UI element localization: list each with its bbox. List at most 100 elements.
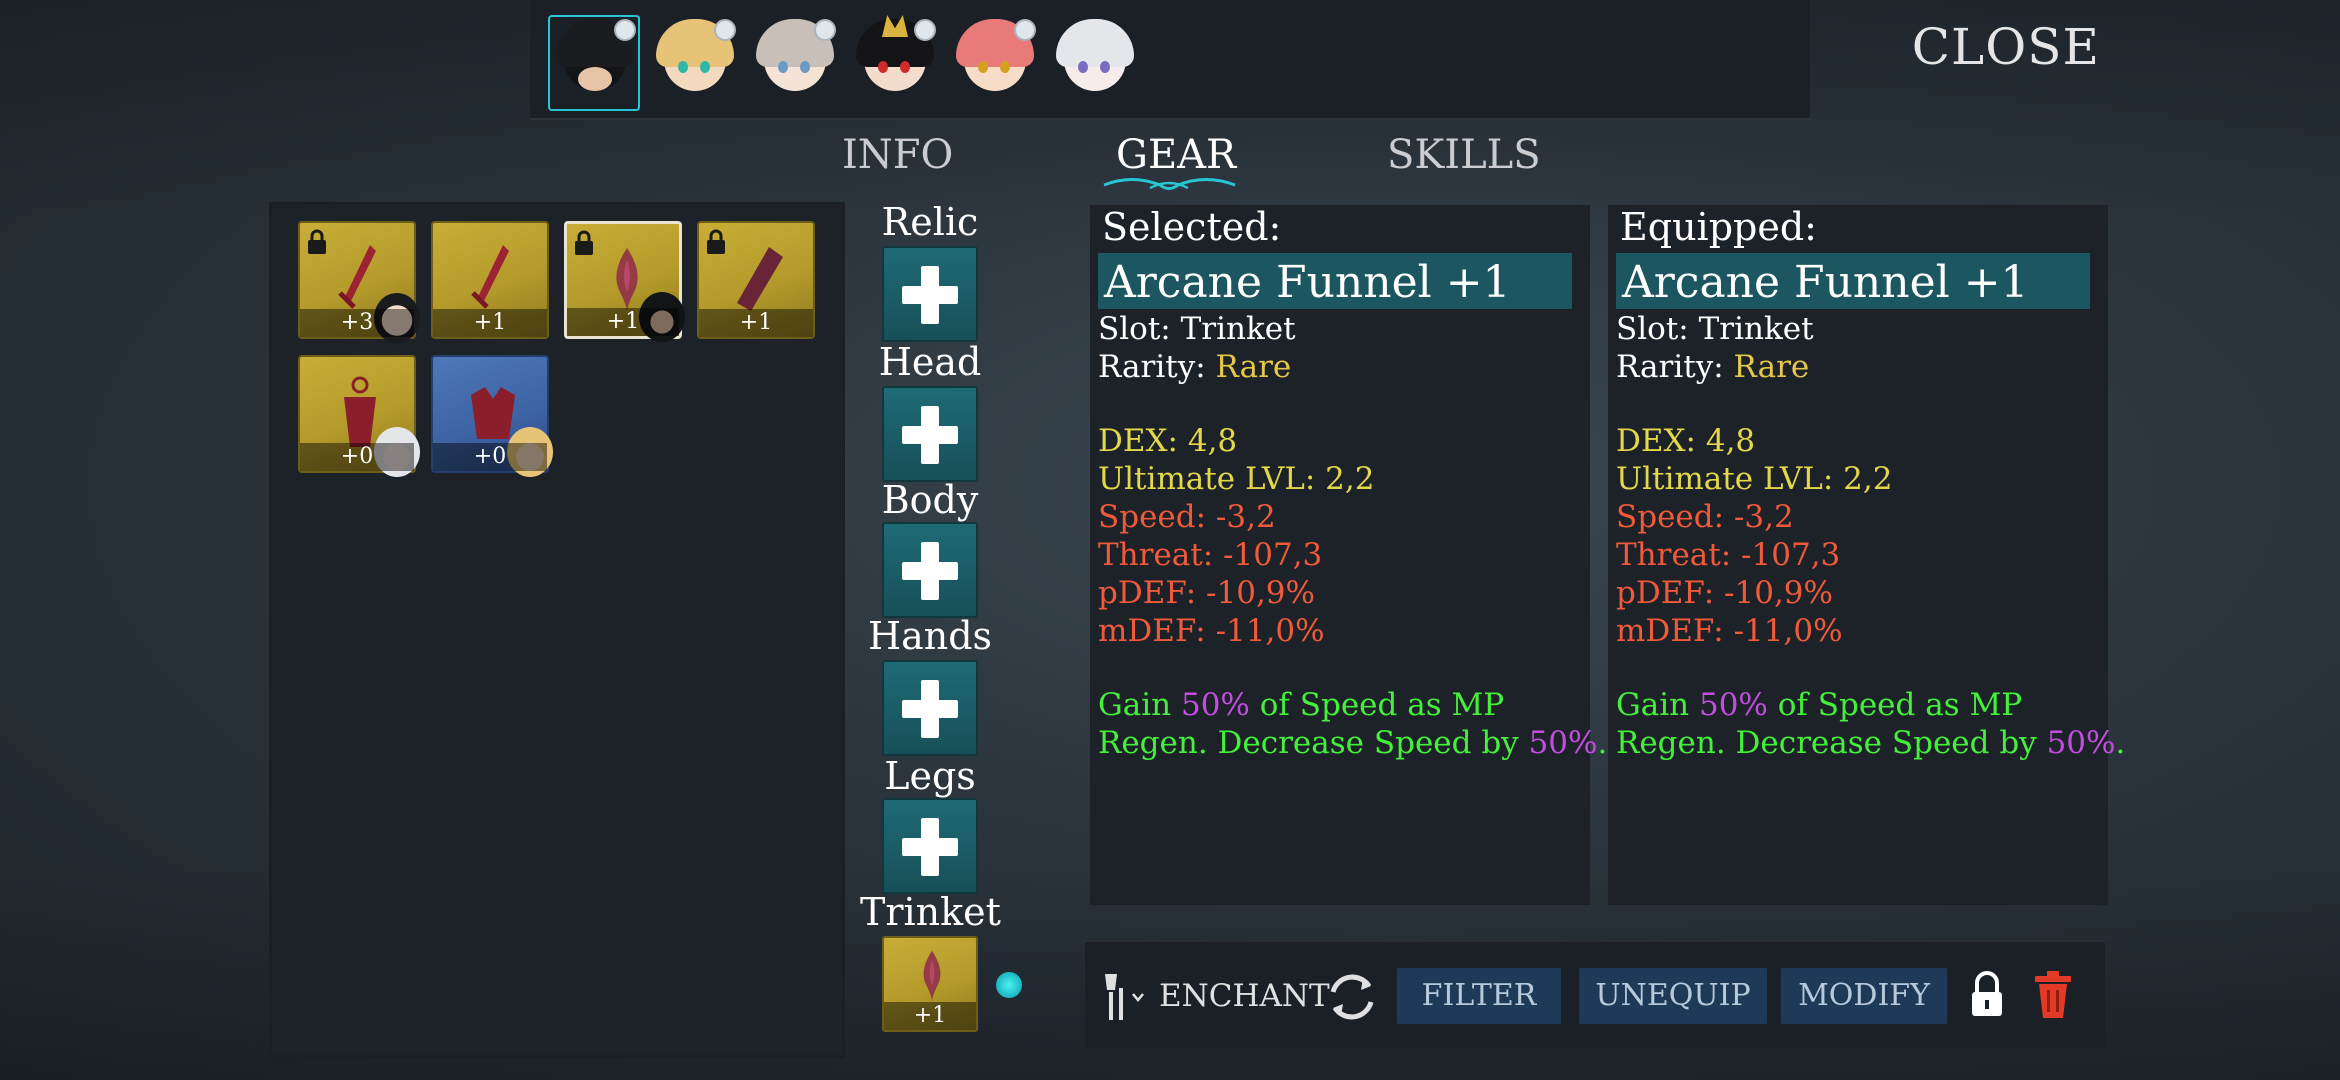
enchant-label[interactable]: ENCHANT [1159, 978, 1330, 1014]
portrait-eye [1100, 61, 1110, 73]
tab-gear[interactable]: GEAR [1116, 132, 1236, 178]
stat-line: Ultimate LVL: 2,2 [1616, 461, 1893, 497]
passive-line-2: Regen. Decrease Speed by 50%. [1616, 725, 2125, 761]
passive-text: . [1597, 725, 1608, 761]
slot-body[interactable] [882, 522, 978, 618]
party-lock-badge-icon [814, 19, 836, 41]
selected-item-panel: Selected: Arcane Funnel +1 Slot: Trinket… [1090, 205, 1607, 905]
portrait-eye [1078, 61, 1088, 73]
portrait-eye [978, 61, 988, 73]
cloak-icon [737, 247, 783, 311]
inventory-item[interactable]: +1 [697, 221, 815, 339]
slot-label-body: Body [881, 478, 979, 522]
inventory-item[interactable]: +0 [298, 355, 420, 477]
slot-relic[interactable] [882, 246, 978, 342]
tab-info[interactable]: INFO [842, 132, 953, 178]
action-bar: ENCHANT FILTER UNEQUIP MODIFY [1085, 940, 2105, 1048]
inventory-panel: +3 +1 +1 +1 +0 +0 [272, 205, 842, 1055]
party-portrait-hooded[interactable] [548, 15, 640, 111]
stat-line: DEX: 4,8 [1616, 423, 1756, 459]
party-lock-badge-icon [714, 19, 736, 41]
lock-icon [308, 229, 326, 254]
trash-icon[interactable] [2031, 968, 2075, 1022]
passive-text: Regen. Decrease Speed by [1616, 725, 2047, 761]
chevron-down-icon [1132, 993, 1144, 1002]
equipped-heading: Equipped: [1620, 205, 1817, 249]
rarity-prefix: Rarity: [1616, 349, 1734, 385]
party-portrait-crowned[interactable] [648, 15, 740, 111]
stat-line: pDEF: -10,9% [1616, 575, 1833, 611]
party-portrait-maid[interactable] [748, 15, 840, 111]
item-level: +0 [300, 443, 414, 471]
slot-label-head: Head [878, 340, 982, 384]
equipped-item-name: Arcane Funnel +1 [1622, 257, 2029, 308]
inventory-item[interactable]: +1 [431, 221, 549, 339]
party-bar [530, 0, 1810, 120]
item-level: +1 [567, 308, 679, 336]
passive-text: of Speed as MP [1767, 687, 2023, 723]
modify-button[interactable]: MODIFY [1781, 968, 1947, 1024]
slot-label-hands: Hands [867, 614, 993, 658]
item-level: +0 [433, 443, 547, 471]
lock-icon [707, 229, 725, 254]
slot-item-level: +1 [884, 1002, 976, 1030]
inventory-item[interactable]: +0 [431, 355, 553, 477]
slot-legs[interactable] [882, 798, 978, 894]
slot-label-relic: Relic [881, 200, 979, 244]
passive-text: of Speed as MP [1249, 687, 1505, 723]
portrait-hair [1056, 19, 1134, 67]
slot-head[interactable] [882, 386, 978, 482]
stat-line: mDEF: -11,0% [1098, 613, 1325, 649]
equipped-slot: Slot: Trinket [1616, 311, 1814, 347]
party-portrait-fox[interactable] [948, 15, 1040, 111]
filter-button[interactable]: FILTER [1397, 968, 1561, 1024]
rarity-value: Rare [1215, 349, 1292, 385]
selected-heading: Selected: [1102, 205, 1282, 249]
party-portrait-horned[interactable] [848, 15, 940, 111]
portrait-eye [778, 61, 788, 73]
party-lock-badge-icon [1014, 19, 1036, 41]
inventory-item-selected[interactable]: +1 [564, 221, 685, 342]
stat-line: mDEF: -11,0% [1616, 613, 1843, 649]
passive-highlight: 50% [2046, 725, 2116, 761]
passive-text: Gain [1616, 687, 1699, 723]
selected-item-name: Arcane Funnel +1 [1104, 257, 1511, 308]
equipped-rarity-line: Rarity: Rare [1616, 349, 1809, 385]
tab-active-flourish-icon [1103, 178, 1236, 190]
dagger-icon [471, 245, 509, 309]
stat-line: DEX: 4,8 [1098, 423, 1238, 459]
stat-line: Threat: -107,3 [1098, 537, 1323, 573]
stat-line: Threat: -107,3 [1616, 537, 1841, 573]
enchant-dropdown[interactable] [1097, 968, 1147, 1024]
passive-line-2: Regen. Decrease Speed by 50%. [1098, 725, 1607, 761]
slot-trinket[interactable]: +1 [882, 936, 978, 1032]
lock-icon [575, 230, 593, 255]
passive-line-1: Gain 50% of Speed as MP [1098, 687, 1504, 723]
passive-line-1: Gain 50% of Speed as MP [1616, 687, 2022, 723]
portrait-eye [678, 61, 688, 73]
close-button[interactable]: CLOSE [1912, 18, 2100, 76]
portrait-eye [878, 61, 888, 73]
portrait-eye [700, 61, 710, 73]
stat-line: Speed: -3,2 [1098, 499, 1276, 535]
party-portrait-white-hair[interactable] [1048, 15, 1140, 111]
stat-line: Speed: -3,2 [1616, 499, 1794, 535]
item-name-bar: Arcane Funnel +1 [1098, 253, 1572, 309]
selected-rarity-line: Rarity: Rare [1098, 349, 1291, 385]
unequip-button[interactable]: UNEQUIP [1579, 968, 1767, 1024]
portrait-eye [1000, 61, 1010, 73]
stat-line: pDEF: -10,9% [1098, 575, 1315, 611]
slot-hands[interactable] [882, 660, 978, 756]
passive-highlight: 50% [1528, 725, 1598, 761]
inventory-item[interactable]: +3 [298, 221, 420, 343]
lock-icon[interactable] [1967, 970, 2007, 1020]
refresh-icon[interactable] [1323, 968, 1381, 1026]
tab-skills[interactable]: SKILLS [1387, 132, 1541, 178]
rarity-prefix: Rarity: [1098, 349, 1216, 385]
passive-text: Regen. Decrease Speed by [1098, 725, 1529, 761]
enchant-orb-icon [996, 972, 1022, 998]
slot-label-legs: Legs [884, 754, 976, 798]
item-level: +1 [433, 309, 547, 337]
item-level: +3 [300, 309, 414, 337]
passive-text: Gain [1098, 687, 1181, 723]
